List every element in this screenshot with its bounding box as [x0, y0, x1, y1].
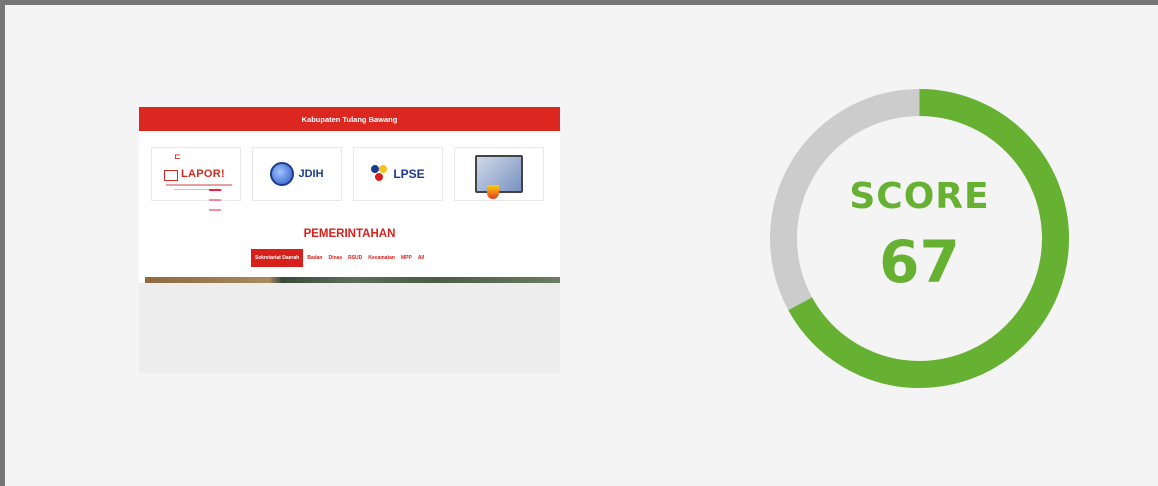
tab-dinas[interactable]: Dinas — [328, 255, 342, 261]
carousel-indicator[interactable] — [209, 199, 221, 201]
monitor-chart-icon — [475, 155, 523, 199]
category-tabs: Sekretariat Daerah Badan Dinas RSUD Keca… — [251, 249, 430, 267]
tab-sekretariat-daerah[interactable]: Sekretariat Daerah — [251, 249, 304, 267]
section-heading: PEMERINTAHAN — [303, 228, 396, 240]
score-value: 67 — [879, 228, 960, 296]
preview-unloaded-area — [139, 283, 560, 373]
tab-badan[interactable]: Badan — [307, 255, 322, 261]
lpse-dots-icon — [371, 165, 391, 183]
carousel-indicator[interactable] — [209, 209, 221, 211]
tab-all[interactable]: All — [418, 255, 424, 261]
tab-rsud[interactable]: RSUD — [348, 255, 362, 261]
lpse-logo[interactable]: LPSE — [353, 147, 443, 201]
tab-mpp[interactable]: MPP — [401, 255, 412, 261]
score-label: SCORE — [849, 176, 990, 217]
lapor-subtitle-line — [166, 184, 232, 186]
website-screenshot-preview: Kabupaten Tulang Bawang ⊏ LAPOR! JDIH LP… — [139, 107, 560, 373]
lapor-corner-icon: ⊏ — [174, 152, 181, 161]
lapor-logo[interactable]: ⊏ LAPOR! — [151, 147, 241, 201]
lapor-box-icon — [164, 170, 178, 181]
carousel-indicator[interactable] — [209, 189, 221, 191]
globe-icon — [270, 162, 295, 186]
tab-kecamatan[interactable]: Kecamatan — [368, 255, 395, 261]
statistics-logo[interactable] — [454, 147, 544, 201]
jdih-logo[interactable]: JDIH — [252, 147, 342, 201]
preview-logo-row: ⊏ LAPOR! JDIH LPSE — [151, 147, 546, 201]
preview-top-bar: Kabupaten Tulang Bawang — [139, 107, 560, 131]
shield-icon — [487, 185, 499, 199]
